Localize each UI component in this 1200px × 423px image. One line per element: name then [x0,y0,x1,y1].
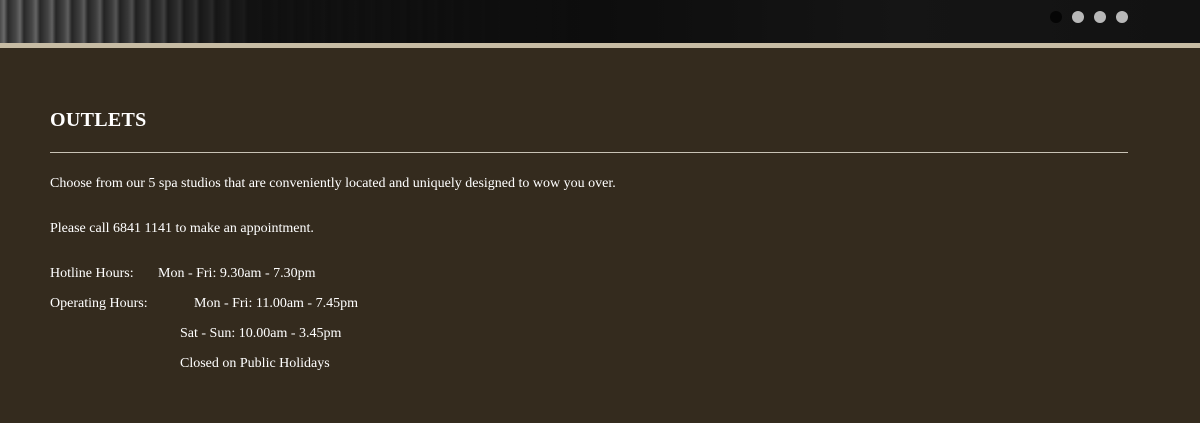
operating-note-row: Closed on Public Holidays [50,355,1128,385]
operating-weekend-row: Sat - Sun: 10.00am - 3.45pm [50,325,1128,355]
operating-weekend: Sat - Sun: 10.00am - 3.45pm [180,326,342,341]
hotline-label: Hotline Hours: [50,266,134,281]
operating-weekday: Mon - Fri: 11.00am - 7.45pm [194,296,358,311]
carousel-dot-3[interactable] [1094,11,1106,23]
hero-image-overlay [0,0,1200,43]
carousel-dot-2[interactable] [1072,11,1084,23]
hotline-value: Mon - Fri: 9.30am - 7.30pm [158,266,316,281]
outlets-section: OUTLETS Choose from our 5 spa studios th… [50,48,1128,385]
carousel-dot-4[interactable] [1116,11,1128,23]
intro-text: Choose from our 5 spa studios that are c… [50,176,616,191]
hero-banner [0,0,1200,43]
hours-block: Hotline Hours: Mon - Fri: 9.30am - 7.30p… [50,265,1128,385]
operating-note: Closed on Public Holidays [180,356,330,371]
operating-label: Operating Hours: [50,296,148,311]
section-divider [50,152,1128,153]
operating-row: Operating Hours: Mon - Fri: 11.00am - 7.… [50,295,1128,325]
call-text: Please call 6841 1141 to make an appoint… [50,221,314,236]
carousel-dot-1[interactable] [1050,11,1062,23]
section-title: OUTLETS [50,109,147,131]
carousel-pagination [1050,11,1128,23]
hotline-row: Hotline Hours: Mon - Fri: 9.30am - 7.30p… [50,265,1128,295]
